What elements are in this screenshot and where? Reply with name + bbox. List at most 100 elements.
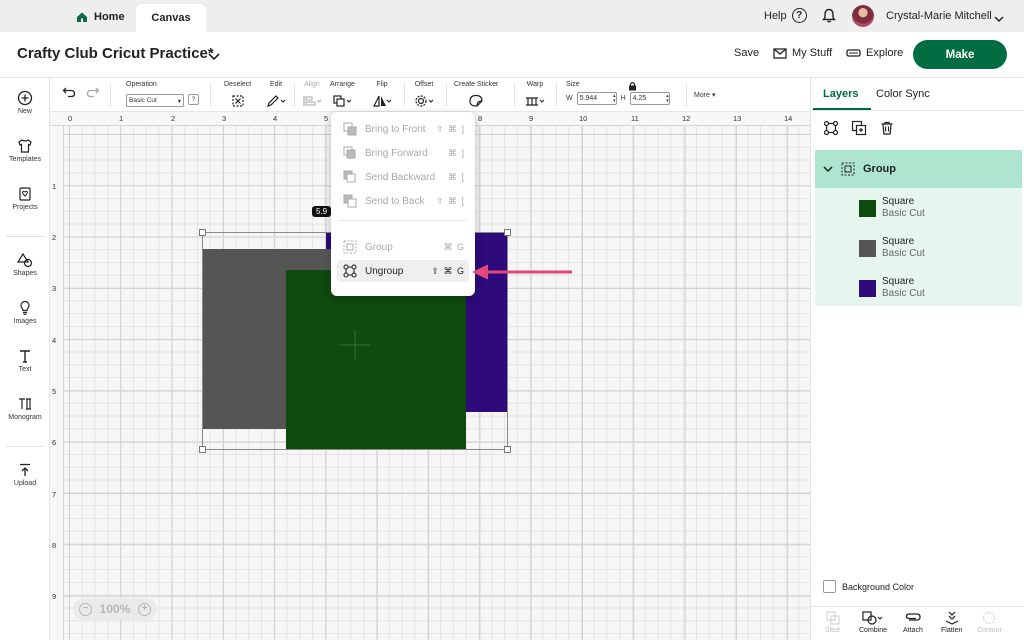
rail-templates[interactable]: Templates [0, 138, 50, 163]
stepper-icon: ▴ ▾ [613, 92, 616, 104]
size-label: Size [566, 81, 580, 88]
flip-icon [373, 95, 392, 107]
operation-help-button[interactable]: ? [188, 94, 199, 105]
resize-handle[interactable] [199, 446, 206, 453]
menu-bring-to-front[interactable]: Bring to Front ⇧ ⌘ ] [337, 118, 469, 140]
ruler-mark: 0 [68, 114, 73, 123]
flatten-label: Flatten [941, 627, 963, 634]
redo-icon[interactable] [86, 86, 100, 98]
menu-group[interactable]: Group ⌘ G [337, 236, 469, 258]
layer-operation: Basic Cut [882, 208, 925, 219]
operation-group: Operation Basic Cut ▾ ? [126, 81, 199, 107]
explore-button[interactable]: Explore [846, 47, 903, 59]
mail-icon [773, 47, 787, 59]
slice-button[interactable]: Slice [825, 611, 840, 634]
tab-layers[interactable]: Layers [823, 88, 858, 100]
upload-icon [20, 463, 30, 476]
user-menu-chevron[interactable] [994, 10, 1004, 28]
resize-handle[interactable] [504, 446, 511, 453]
height-input[interactable]: 4.25 ▴ ▾ [629, 92, 670, 105]
ruler-mark: 3 [222, 114, 227, 123]
project-title[interactable]: Crafty Club Cricut Practice* [17, 45, 214, 62]
undo-redo [62, 86, 100, 98]
edit-button[interactable]: Edit [266, 81, 286, 108]
layer-item[interactable]: Square Basic Cut [859, 196, 925, 220]
layer-name: Square [882, 196, 915, 207]
warp-button[interactable]: Warp [524, 81, 546, 108]
zoom-out-button[interactable]: − [79, 602, 92, 616]
menu-item-label: Ungroup [365, 265, 404, 277]
offset-button[interactable]: Offset [414, 81, 434, 108]
rail-upload[interactable]: Upload [0, 462, 50, 487]
rail-images[interactable]: Images [0, 300, 50, 325]
zoom-in-button[interactable]: + [137, 602, 151, 616]
edit-label: Edit [269, 81, 283, 88]
flip-button[interactable]: Flip [372, 81, 392, 108]
save-button[interactable]: Save [734, 47, 759, 59]
help-button[interactable]: Help ? [764, 8, 807, 23]
toolbar-divider [294, 84, 295, 106]
menu-item-shortcut: ⇧ ⌘ [ [435, 195, 465, 206]
duplicate-icon[interactable] [851, 120, 867, 136]
title-bar: Crafty Club Cricut Practice* Save My Stu… [0, 32, 1024, 78]
rail-projects[interactable]: Projects [0, 186, 50, 211]
create-sticker-button[interactable]: Create Sticker [454, 81, 498, 108]
rail-new-label: New [17, 108, 32, 115]
arrange-button[interactable]: Arrange [330, 81, 355, 108]
notification-button[interactable] [822, 8, 836, 28]
ruler-mark: 2 [52, 233, 57, 242]
bring-forward-icon [343, 146, 356, 159]
ungroup-icon[interactable] [823, 120, 839, 136]
layer-swatch[interactable] [859, 239, 876, 257]
rail-new[interactable]: New [0, 90, 50, 115]
layer-item[interactable]: Square Basic Cut [859, 276, 925, 300]
avatar[interactable] [852, 5, 874, 27]
contour-button[interactable]: Contour [977, 611, 1002, 634]
layer-item[interactable]: Square Basic Cut [859, 236, 925, 260]
rail-monogram[interactable]: Monogram [0, 396, 50, 421]
my-stuff-button[interactable]: My Stuff [773, 47, 832, 59]
make-button[interactable]: Make [913, 40, 1007, 69]
stepper-icon: ▴ ▾ [666, 92, 669, 104]
align-button[interactable]: Align [302, 81, 322, 108]
tab-canvas[interactable]: Canvas [136, 4, 206, 32]
layer-swatch[interactable] [859, 199, 876, 217]
deselect-button[interactable]: Deselect [224, 81, 251, 108]
dimension-tooltip: 5.9 [312, 206, 332, 217]
resize-handle[interactable] [199, 229, 206, 236]
toolbar-divider [210, 84, 211, 106]
tab-home[interactable]: Home [66, 4, 138, 30]
rail-text-label: Text [18, 366, 32, 373]
username[interactable]: Crystal-Marie Mitchell [886, 10, 992, 22]
explore-label: Explore [866, 47, 904, 59]
zoom-control: − 100% + [73, 598, 157, 620]
menu-bring-forward[interactable]: Bring Forward ⌘ ] [337, 142, 469, 164]
operation-select[interactable]: Basic Cut ▾ [126, 94, 184, 107]
background-color-checkbox[interactable] [823, 580, 836, 593]
menu-ungroup[interactable]: Ungroup ⇧ ⌘ G [337, 260, 469, 282]
bring-to-front-icon [343, 122, 357, 136]
menu-item-label: Group [365, 241, 393, 253]
home-icon [77, 12, 87, 22]
combine-button[interactable]: Combine [859, 611, 887, 634]
projects-icon [19, 187, 31, 201]
flatten-button[interactable]: Flatten [941, 611, 962, 634]
help-label: Help [764, 9, 787, 22]
lock-icon[interactable] [628, 81, 637, 91]
background-color-toggle[interactable]: Background Color [823, 580, 914, 593]
trash-icon[interactable] [879, 120, 895, 136]
resize-handle[interactable] [504, 229, 511, 236]
layer-group-row[interactable]: Group [815, 150, 1022, 188]
layer-swatch[interactable] [859, 279, 876, 297]
rail-shapes[interactable]: Shapes [0, 252, 50, 277]
menu-send-backward[interactable]: Send Backward ⌘ [ [337, 166, 469, 188]
tab-color-sync[interactable]: Color Sync [876, 88, 930, 100]
menu-send-to-back[interactable]: Send to Back ⇧ ⌘ [ [337, 190, 469, 212]
more-button[interactable]: More ▾ [694, 91, 715, 100]
attach-button[interactable]: Attach [903, 611, 923, 634]
project-menu-chevron[interactable] [208, 48, 220, 66]
width-input[interactable]: 5.944 ▴ ▾ [576, 92, 617, 105]
rail-text[interactable]: Text [0, 348, 50, 373]
chevron-down-icon[interactable] [823, 165, 833, 173]
undo-icon[interactable] [62, 86, 76, 98]
